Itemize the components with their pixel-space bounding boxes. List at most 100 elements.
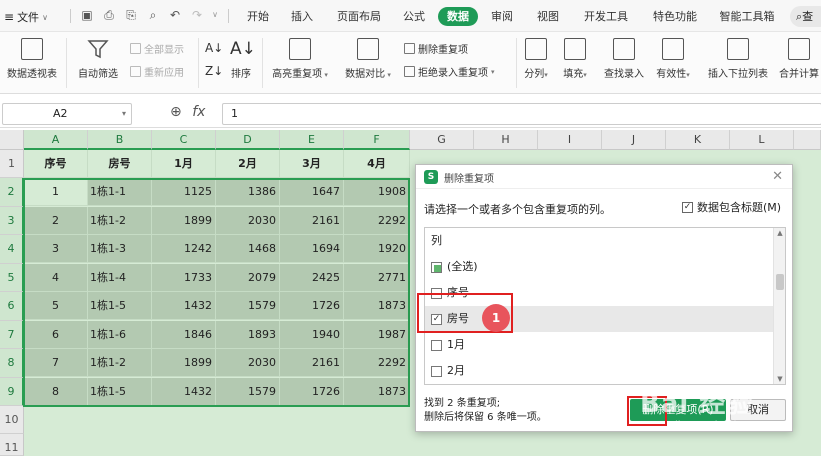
data-cell[interactable]: 6 — [24, 321, 88, 349]
data-cell[interactable]: 2771 — [344, 264, 410, 292]
row-header-11[interactable]: 11 — [0, 434, 24, 456]
insert-dropdown-list-button[interactable]: 插入下拉列表 — [704, 38, 772, 80]
split-column-button[interactable]: 分列▾ — [520, 38, 552, 80]
data-cell[interactable]: 5 — [24, 292, 88, 320]
file-menu[interactable]: ≡ 文件 ∨ — [4, 8, 48, 26]
scrollbar-thumb[interactable] — [776, 274, 784, 290]
data-cell[interactable]: 8 — [24, 378, 88, 406]
tab-review[interactable]: 审阅 — [484, 7, 520, 26]
header-cell[interactable]: 3月 — [280, 150, 344, 178]
data-cell[interactable]: 1125 — [152, 178, 216, 206]
tab-developer[interactable]: 开发工具 — [576, 7, 636, 26]
column-header-f[interactable]: F — [344, 130, 410, 150]
data-cell[interactable]: 1386 — [216, 178, 280, 206]
column-header-e[interactable]: E — [280, 130, 344, 150]
tab-formulas[interactable]: 公式 — [396, 7, 432, 26]
sort-desc-button[interactable]: Z↓ — [205, 64, 223, 78]
close-icon[interactable]: ✕ — [772, 169, 783, 184]
sort-asc-button[interactable]: A↓ — [205, 41, 223, 55]
row-header-1[interactable]: 1 — [0, 150, 24, 178]
data-cell[interactable]: 1432 — [152, 378, 216, 406]
data-cell[interactable]: 1987 — [344, 321, 410, 349]
data-cell[interactable]: 1栋1-3 — [88, 235, 152, 263]
data-cell[interactable]: 1579 — [216, 378, 280, 406]
data-cell[interactable]: 2030 — [216, 349, 280, 377]
data-compare-button[interactable]: 数据对比 ▾ — [340, 38, 396, 80]
data-cell[interactable]: 2 — [24, 207, 88, 235]
highlight-duplicates-button[interactable]: 高亮重复项 ▾ — [268, 38, 332, 80]
data-cell[interactable]: 2161 — [280, 207, 344, 235]
data-cell[interactable]: 1920 — [344, 235, 410, 263]
row-header-2[interactable]: 2 — [0, 178, 24, 207]
tab-view[interactable]: 视图 — [530, 7, 566, 26]
data-cell[interactable]: 2292 — [344, 349, 410, 377]
data-cell[interactable]: 2079 — [216, 264, 280, 292]
column-item-feb[interactable]: 2月 — [425, 358, 775, 384]
column-header-m[interactable] — [794, 130, 821, 150]
data-cell[interactable]: 1726 — [280, 292, 344, 320]
row-header-6[interactable]: 6 — [0, 292, 24, 321]
function-icon[interactable]: fx — [192, 104, 205, 120]
lookup-entry-button[interactable]: 查找录入 — [600, 38, 648, 80]
show-all-button[interactable]: 全部显示 — [130, 41, 184, 56]
header-cell[interactable]: 房号 — [88, 150, 152, 178]
export-icon[interactable]: ⎙ — [102, 8, 116, 22]
data-cell[interactable]: 1432 — [152, 292, 216, 320]
autofilter-button[interactable]: 自动筛选 — [74, 38, 122, 80]
data-cell[interactable]: 2161 — [280, 349, 344, 377]
column-header-j[interactable]: J — [602, 130, 666, 150]
cell-a2[interactable]: 1 — [24, 178, 88, 206]
scroll-down-icon[interactable]: ▼ — [774, 375, 785, 383]
data-cell[interactable]: 1579 — [216, 292, 280, 320]
data-cell[interactable]: 1726 — [280, 378, 344, 406]
reject-duplicates-button[interactable]: 拒绝录入重复项 ▾ — [404, 64, 495, 79]
data-cell[interactable]: 1873 — [344, 378, 410, 406]
data-cell[interactable]: 7 — [24, 349, 88, 377]
row-header-10[interactable]: 10 — [0, 406, 24, 434]
column-header-c[interactable]: C — [152, 130, 216, 150]
scroll-up-icon[interactable]: ▲ — [774, 229, 785, 237]
tab-special[interactable]: 特色功能 — [646, 7, 704, 26]
data-cell[interactable]: 3 — [24, 235, 88, 263]
sort-button[interactable]: A↓ 排序 — [226, 38, 256, 80]
quick-access-dropdown-icon[interactable]: ∨ — [208, 8, 222, 22]
print-preview-icon[interactable]: ⌕ — [146, 8, 160, 22]
column-item-xuhao[interactable]: 序号 — [425, 280, 775, 306]
tab-home[interactable]: 开始 — [240, 7, 276, 26]
data-cell[interactable]: 1940 — [280, 321, 344, 349]
data-cell[interactable]: 1栋1-6 — [88, 321, 152, 349]
name-box[interactable]: A2 ▾ — [2, 103, 132, 125]
header-cell[interactable]: 4月 — [344, 150, 410, 178]
data-cell[interactable]: 1908 — [344, 178, 410, 206]
column-header-a[interactable]: A — [24, 130, 88, 150]
data-cell[interactable]: 1899 — [152, 207, 216, 235]
data-cell[interactable]: 1栋1-2 — [88, 207, 152, 235]
data-cell[interactable]: 1846 — [152, 321, 216, 349]
column-header-l[interactable]: L — [730, 130, 794, 150]
column-item-select-all[interactable]: (全选) — [425, 254, 775, 280]
tab-page-layout[interactable]: 页面布局 — [330, 7, 388, 26]
tab-data[interactable]: 数据 — [438, 7, 478, 26]
reapply-button[interactable]: 重新应用 — [130, 64, 184, 79]
data-cell[interactable]: 1468 — [216, 235, 280, 263]
list-scrollbar[interactable]: ▲ ▼ — [773, 228, 785, 384]
redo-icon[interactable]: ↷ — [190, 8, 204, 22]
row-header-3[interactable]: 3 — [0, 207, 24, 235]
column-header-k[interactable]: K — [666, 130, 730, 150]
header-cell[interactable]: 2月 — [216, 150, 280, 178]
tab-insert[interactable]: 插入 — [284, 7, 320, 26]
column-item-jan[interactable]: 1月 — [425, 332, 775, 358]
data-cell[interactable]: 1899 — [152, 349, 216, 377]
fill-button[interactable]: 填充▾ — [558, 38, 592, 80]
column-item-fanghao[interactable]: ✓ 房号 — [425, 306, 775, 332]
column-header-d[interactable]: D — [216, 130, 280, 150]
consolidate-button[interactable]: 合并计算 — [778, 38, 820, 80]
data-cell[interactable]: 1694 — [280, 235, 344, 263]
column-header-b[interactable]: B — [88, 130, 152, 150]
data-cell[interactable]: 1栋1-5 — [88, 378, 152, 406]
data-cell[interactable]: 1栋1-2 — [88, 349, 152, 377]
column-header-i[interactable]: I — [538, 130, 602, 150]
header-cell[interactable]: 1月 — [152, 150, 216, 178]
data-cell[interactable]: 1647 — [280, 178, 344, 206]
header-cell[interactable]: 序号 — [24, 150, 88, 178]
